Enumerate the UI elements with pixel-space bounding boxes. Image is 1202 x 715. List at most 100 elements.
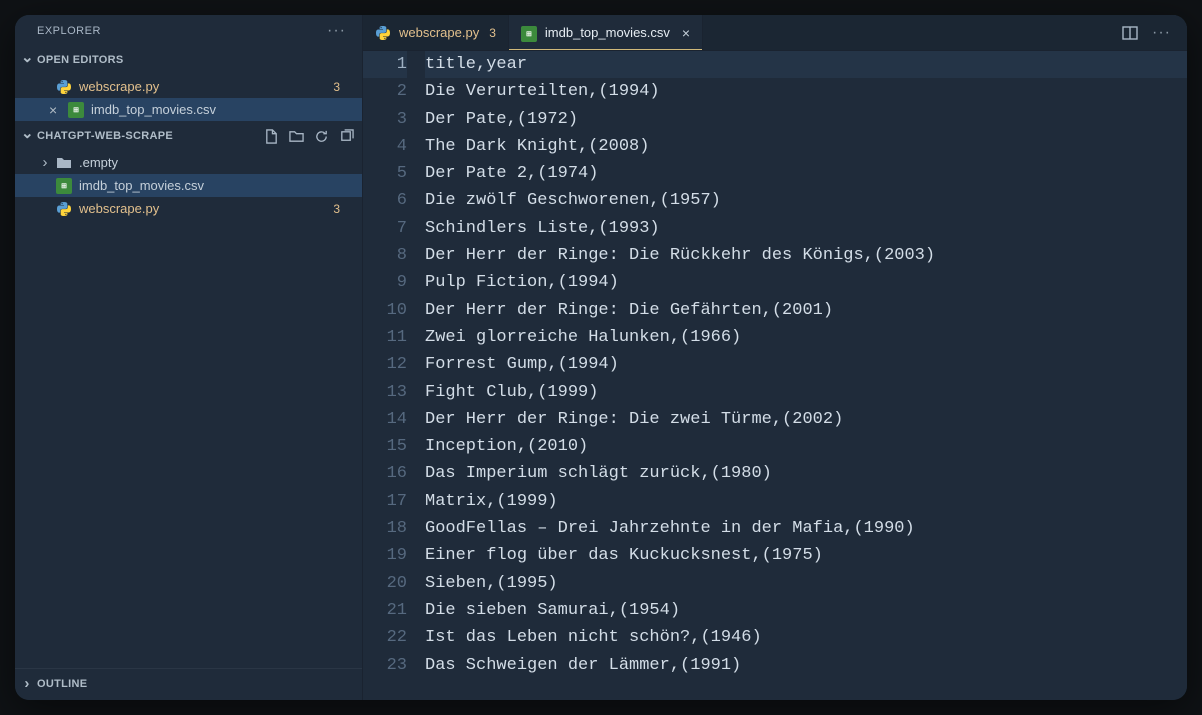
- csv-icon: ⊞: [55, 178, 73, 194]
- code-line[interactable]: Pulp Fiction,(1994): [425, 269, 1187, 296]
- code-line[interactable]: Der Pate 2,(1974): [425, 160, 1187, 187]
- line-number: 14: [363, 406, 407, 433]
- tab-webscrape[interactable]: webscrape.py 3: [363, 15, 509, 50]
- code-line[interactable]: Schindlers Liste,(1993): [425, 215, 1187, 242]
- code-line[interactable]: Fight Club,(1999): [425, 379, 1187, 406]
- explorer-header: EXPLORER ···: [15, 15, 362, 47]
- code-line[interactable]: Zwei glorreiche Halunken,(1966): [425, 324, 1187, 351]
- line-number: 16: [363, 460, 407, 487]
- line-number: 12: [363, 351, 407, 378]
- code-line[interactable]: Das Imperium schlägt zurück,(1980): [425, 460, 1187, 487]
- vscode-window: EXPLORER ··· OPEN EDITORS webscrape.py 3…: [15, 15, 1187, 700]
- explorer-sidebar: EXPLORER ··· OPEN EDITORS webscrape.py 3…: [15, 15, 363, 700]
- close-icon[interactable]: ×: [682, 25, 690, 41]
- tree-folder[interactable]: .empty: [15, 151, 362, 174]
- close-icon[interactable]: ×: [49, 102, 57, 118]
- line-number: 18: [363, 515, 407, 542]
- code-line[interactable]: Einer flog über das Kuckucksnest,(1975): [425, 542, 1187, 569]
- line-number: 23: [363, 652, 407, 679]
- line-number: 19: [363, 542, 407, 569]
- line-number: 1: [363, 51, 407, 78]
- tree-item-label: webscrape.py: [79, 201, 159, 216]
- tree-file[interactable]: webscrape.py 3: [15, 197, 362, 220]
- tab-more-icon[interactable]: ···: [1152, 28, 1171, 38]
- new-file-icon[interactable]: [264, 129, 279, 144]
- line-number: 4: [363, 133, 407, 160]
- chevron-right-icon: [21, 675, 33, 692]
- code-line[interactable]: Inception,(2010): [425, 433, 1187, 460]
- workspace-actions: [264, 129, 354, 144]
- chevron-right-icon: [39, 154, 51, 171]
- collapse-all-icon[interactable]: [339, 129, 354, 144]
- line-number: 22: [363, 624, 407, 651]
- line-number: 8: [363, 242, 407, 269]
- chevron-down-icon: [21, 127, 33, 145]
- code-line[interactable]: Die Verurteilten,(1994): [425, 78, 1187, 105]
- code-line[interactable]: Das Schweigen der Lämmer,(1991): [425, 652, 1187, 679]
- open-editors-label: OPEN EDITORS: [37, 54, 124, 66]
- open-editor-filename: webscrape.py: [79, 79, 159, 94]
- csv-icon: ⊞: [67, 102, 85, 118]
- open-editor-item[interactable]: × ⊞ imdb_top_movies.csv: [15, 98, 362, 121]
- code-line[interactable]: Der Pate,(1972): [425, 106, 1187, 133]
- code-line[interactable]: Die zwölf Geschworenen,(1957): [425, 187, 1187, 214]
- line-number: 13: [363, 379, 407, 406]
- file-tree: .empty ⊞ imdb_top_movies.csv webscrape.p…: [15, 149, 362, 222]
- new-folder-icon[interactable]: [289, 129, 304, 144]
- line-number: 5: [363, 160, 407, 187]
- code-line[interactable]: Ist das Leben nicht schön?,(1946): [425, 624, 1187, 651]
- tab-csv[interactable]: ⊞ imdb_top_movies.csv ×: [509, 15, 703, 50]
- code-line[interactable]: title,year: [425, 51, 1187, 78]
- dirty-badge: 3: [333, 202, 352, 216]
- code-line[interactable]: Matrix,(1999): [425, 488, 1187, 515]
- tabbar-actions: ···: [1106, 15, 1187, 50]
- line-number: 15: [363, 433, 407, 460]
- explorer-title: EXPLORER: [37, 25, 101, 37]
- tree-file[interactable]: ⊞ imdb_top_movies.csv: [15, 174, 362, 197]
- tree-item-label: .empty: [79, 155, 118, 170]
- code-line[interactable]: Der Herr der Ringe: Die zwei Türme,(2002…: [425, 406, 1187, 433]
- line-number: 7: [363, 215, 407, 242]
- refresh-icon[interactable]: [314, 129, 329, 144]
- line-gutter: 1234567891011121314151617181920212223: [363, 51, 425, 700]
- outline-label: OUTLINE: [37, 678, 87, 690]
- split-editor-icon[interactable]: [1122, 25, 1138, 41]
- code-line[interactable]: GoodFellas – Drei Jahrzehnte in der Mafi…: [425, 515, 1187, 542]
- python-icon: [55, 79, 73, 95]
- tab-filename: webscrape.py: [399, 25, 479, 40]
- code-line[interactable]: Der Herr der Ringe: Die Gefährten,(2001): [425, 297, 1187, 324]
- code-content[interactable]: title,yearDie Verurteilten,(1994)Der Pat…: [425, 51, 1187, 700]
- code-line[interactable]: Sieben,(1995): [425, 570, 1187, 597]
- tab-filename: imdb_top_movies.csv: [545, 25, 670, 40]
- outline-header[interactable]: OUTLINE: [15, 668, 362, 700]
- tree-item-label: imdb_top_movies.csv: [79, 178, 204, 193]
- code-line[interactable]: Der Herr der Ringe: Die Rückkehr des Kön…: [425, 242, 1187, 269]
- python-icon: [55, 201, 73, 217]
- open-editor-filename: imdb_top_movies.csv: [91, 102, 216, 117]
- line-number: 21: [363, 597, 407, 624]
- line-number: 20: [363, 570, 407, 597]
- code-line[interactable]: Forrest Gump,(1994): [425, 351, 1187, 378]
- code-line[interactable]: Die sieben Samurai,(1954): [425, 597, 1187, 624]
- python-icon: [375, 25, 391, 41]
- code-line[interactable]: The Dark Knight,(2008): [425, 133, 1187, 160]
- open-editors-list: webscrape.py 3 × ⊞ imdb_top_movies.csv: [15, 73, 362, 123]
- csv-icon: ⊞: [521, 24, 537, 42]
- line-number: 2: [363, 78, 407, 105]
- workspace-label: CHATGPT-WEB-SCRAPE: [37, 130, 173, 142]
- line-number: 6: [363, 187, 407, 214]
- code-editor[interactable]: 1234567891011121314151617181920212223 ti…: [363, 51, 1187, 700]
- dirty-badge: 3: [489, 26, 496, 40]
- dirty-badge: 3: [333, 80, 352, 94]
- line-number: 9: [363, 269, 407, 296]
- line-number: 10: [363, 297, 407, 324]
- chevron-down-icon: [21, 51, 33, 69]
- folder-icon: [55, 155, 73, 171]
- explorer-more-icon[interactable]: ···: [327, 26, 346, 36]
- editor-area: webscrape.py 3 ⊞ imdb_top_movies.csv × ·…: [363, 15, 1187, 700]
- open-editor-item[interactable]: webscrape.py 3: [15, 75, 362, 98]
- line-number: 3: [363, 106, 407, 133]
- workspace-header[interactable]: CHATGPT-WEB-SCRAPE: [15, 123, 362, 149]
- line-number: 11: [363, 324, 407, 351]
- open-editors-header[interactable]: OPEN EDITORS: [15, 47, 362, 73]
